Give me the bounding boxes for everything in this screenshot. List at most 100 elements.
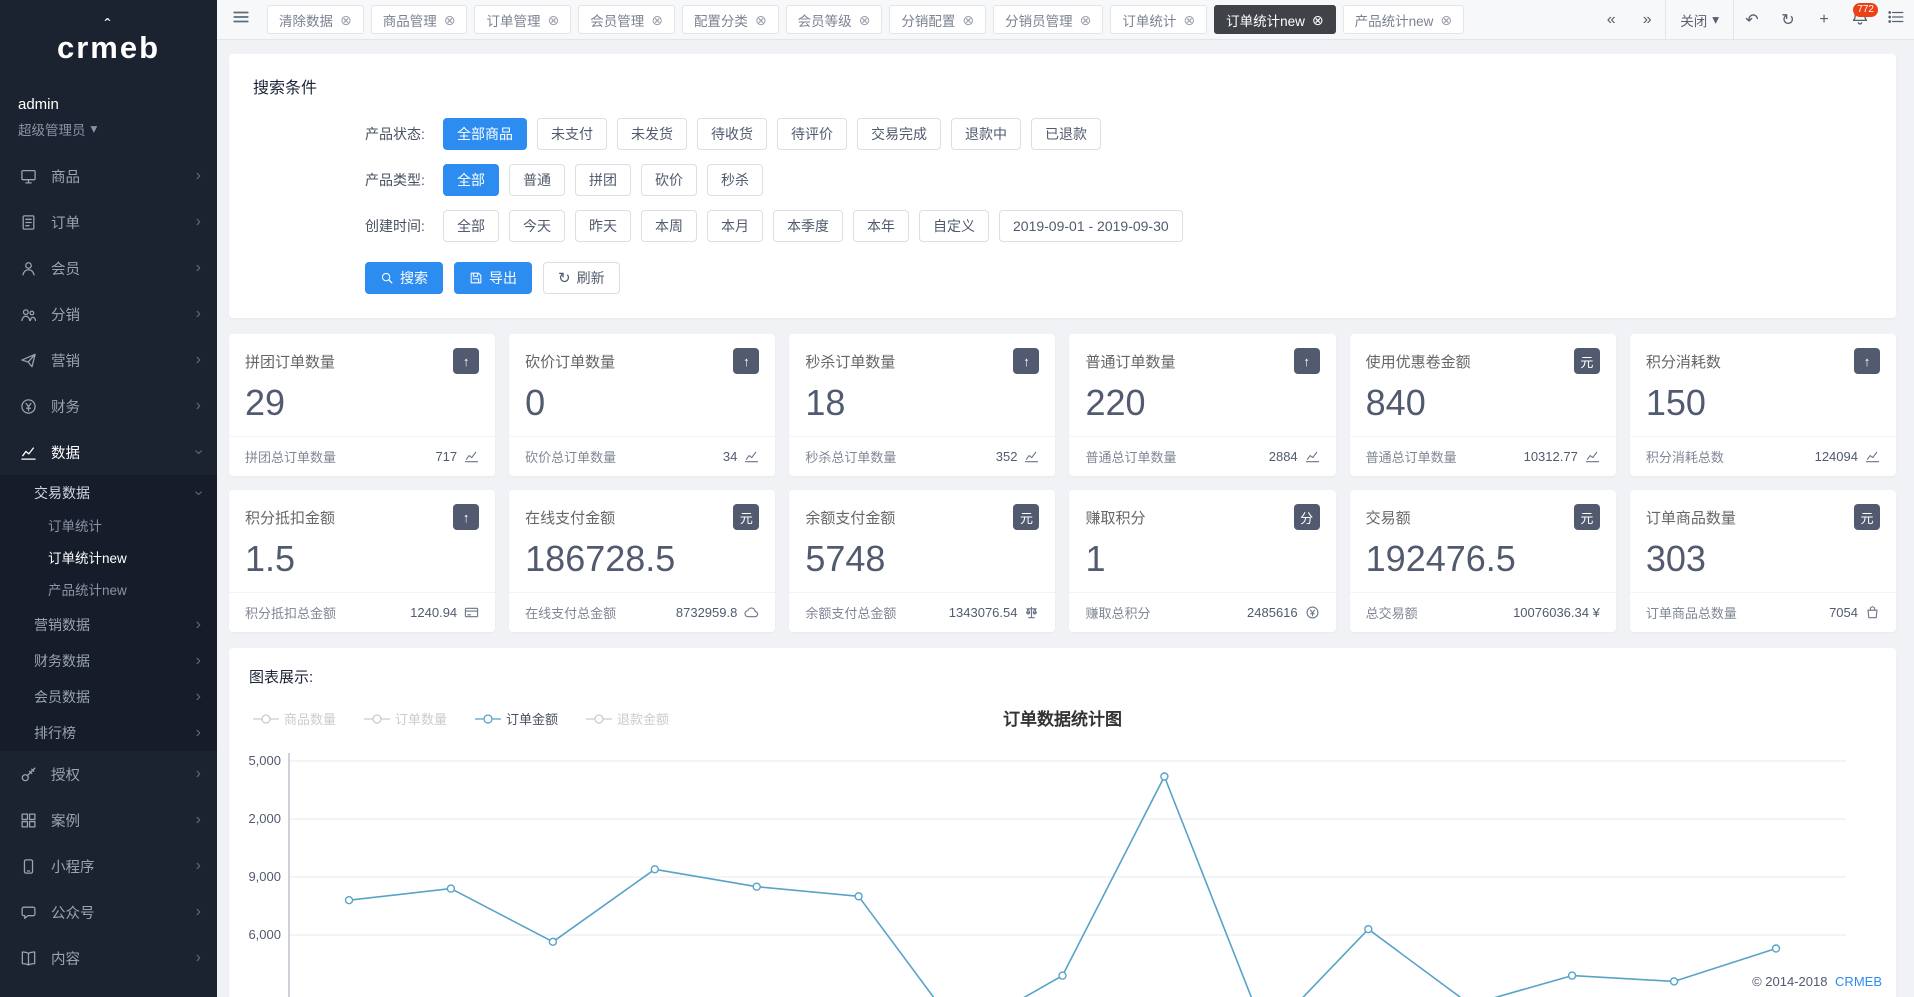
stat-card-coupon-amount: 使用优惠卷金额 元 840 普通总订单数量 10312.77 bbox=[1350, 334, 1616, 476]
legend-item-order-amount[interactable]: 订单金额 bbox=[475, 709, 558, 728]
close-circle-icon[interactable]: ⊗ bbox=[1312, 13, 1324, 27]
filter-chip[interactable]: 退款中 bbox=[951, 118, 1021, 150]
sidebar-item-cases[interactable]: 案例 › bbox=[0, 797, 217, 843]
tab-item[interactable]: 产品统计new ⊗ bbox=[1343, 5, 1465, 34]
sidebar-item-data[interactable]: 数据 › bbox=[0, 429, 217, 475]
sidebar-item-settings[interactable]: 设置 › bbox=[0, 981, 217, 997]
tab-item[interactable]: 分销配置 ⊗ bbox=[889, 5, 986, 34]
filter-chip[interactable]: 全部商品 bbox=[443, 118, 527, 150]
stat-title: 交易额 bbox=[1366, 507, 1411, 528]
tab-item[interactable]: 订单管理 ⊗ bbox=[474, 5, 571, 34]
sidebar-item-authorization[interactable]: 授权 › bbox=[0, 751, 217, 797]
close-circle-icon[interactable]: ⊗ bbox=[859, 13, 871, 27]
filter-chip[interactable]: 拼团 bbox=[575, 164, 631, 196]
close-circle-icon[interactable]: ⊗ bbox=[651, 13, 663, 27]
filter-chip[interactable]: 待评价 bbox=[777, 118, 847, 150]
filter-chip[interactable]: 普通 bbox=[509, 164, 565, 196]
sidebar-item-marketing[interactable]: 营销 › bbox=[0, 337, 217, 383]
svg-text:6,000: 6,000 bbox=[249, 927, 281, 942]
tab-item[interactable]: 商品管理 ⊗ bbox=[371, 5, 468, 34]
sidebar-item-content[interactable]: 内容 › bbox=[0, 935, 217, 981]
submenu-group-label: 交易数据 bbox=[34, 483, 196, 503]
tab-item[interactable]: 配置分类 ⊗ bbox=[682, 5, 779, 34]
close-circle-icon[interactable]: ⊗ bbox=[1080, 13, 1092, 27]
sidebar-item-finance[interactable]: 财务 › bbox=[0, 383, 217, 429]
filter-chip[interactable]: 未支付 bbox=[537, 118, 607, 150]
case-icon bbox=[20, 812, 40, 829]
legend-item-product-count[interactable]: 商品数量 bbox=[253, 709, 336, 728]
export-button[interactable]: 导出 bbox=[454, 262, 532, 294]
user-role-dropdown[interactable]: 超级管理员 ▾ bbox=[18, 119, 199, 139]
sidebar-item-orders[interactable]: 订单 › bbox=[0, 199, 217, 245]
sidebar-item-goods[interactable]: 商品 › bbox=[0, 153, 217, 199]
refresh-button-label: 刷新 bbox=[577, 268, 605, 288]
sidebar-collapse-button[interactable] bbox=[223, 0, 259, 40]
filter-chip[interactable]: 已退款 bbox=[1031, 118, 1101, 150]
filter-chip[interactable]: 本周 bbox=[641, 210, 697, 242]
sidebar-item-product-stats-new[interactable]: 产品统计new bbox=[0, 575, 217, 607]
filter-chip[interactable]: 待收货 bbox=[697, 118, 767, 150]
filter-chip[interactable]: 昨天 bbox=[575, 210, 631, 242]
refresh-icon: ↻ bbox=[558, 271, 571, 286]
tab-label: 分销员管理 bbox=[1005, 10, 1073, 30]
crmeb-link[interactable]: CRMEB bbox=[1835, 974, 1882, 989]
filter-chip[interactable]: 本年 bbox=[853, 210, 909, 242]
sidebar-item-trade-data[interactable]: 交易数据 › bbox=[0, 475, 217, 511]
stat-footer-label: 秒杀总订单数量 bbox=[805, 447, 896, 466]
sidebar-item-official-account[interactable]: 公众号 › bbox=[0, 889, 217, 935]
sidebar-item-member-data[interactable]: 会员数据 › bbox=[0, 679, 217, 715]
filter-chip[interactable]: 交易完成 bbox=[857, 118, 941, 150]
close-circle-icon[interactable]: ⊗ bbox=[340, 13, 352, 27]
legend-item-refund-amount[interactable]: 退款金额 bbox=[586, 709, 669, 728]
close-circle-icon[interactable]: ⊗ bbox=[962, 13, 974, 27]
fullscreen-button[interactable]: + bbox=[1806, 0, 1842, 40]
filter-chip[interactable]: 今天 bbox=[509, 210, 565, 242]
filter-chip[interactable]: 未发货 bbox=[617, 118, 687, 150]
sidebar-item-order-stats-new[interactable]: 订单统计new bbox=[0, 543, 217, 575]
sidebar-item-marketing-data[interactable]: 营销数据 › bbox=[0, 607, 217, 643]
filter-chip[interactable]: 全部 bbox=[443, 164, 499, 196]
tab-item[interactable]: 分销员管理 ⊗ bbox=[993, 5, 1103, 34]
filter-chip[interactable]: 砍价 bbox=[641, 164, 697, 196]
scroll-tabs-right-button[interactable]: » bbox=[1629, 0, 1665, 40]
scroll-tabs-left-button[interactable]: « bbox=[1593, 0, 1629, 40]
close-tabs-dropdown[interactable]: 关闭 ▾ bbox=[1665, 0, 1734, 40]
legend-item-order-count[interactable]: 订单数量 bbox=[364, 709, 447, 728]
arrow-up-badge: ↑ bbox=[1294, 348, 1320, 374]
close-circle-icon[interactable]: ⊗ bbox=[1183, 13, 1195, 27]
sidebar-item-distribution[interactable]: 分销 › bbox=[0, 291, 217, 337]
tab-item[interactable]: 会员等级 ⊗ bbox=[786, 5, 883, 34]
stat-title: 使用优惠卷金额 bbox=[1366, 351, 1471, 372]
sidebar-item-finance-data[interactable]: 财务数据 › bbox=[0, 643, 217, 679]
stat-value: 303 bbox=[1630, 534, 1896, 592]
filter-chip[interactable]: 秒杀 bbox=[707, 164, 763, 196]
filter-chip[interactable]: 全部 bbox=[443, 210, 499, 242]
message-list-button[interactable] bbox=[1878, 0, 1914, 40]
date-range-input[interactable]: 2019-09-01 - 2019-09-30 bbox=[999, 210, 1183, 242]
arrow-up-badge: ↑ bbox=[1854, 348, 1880, 374]
filter-chip[interactable]: 本月 bbox=[707, 210, 763, 242]
back-button[interactable]: ↶ bbox=[1734, 0, 1770, 40]
search-button[interactable]: 搜索 bbox=[365, 262, 443, 294]
close-circle-icon[interactable]: ⊗ bbox=[444, 13, 456, 27]
sidebar-item-label: 营销 bbox=[51, 350, 196, 371]
tab-item[interactable]: 清除数据 ⊗ bbox=[267, 5, 364, 34]
sidebar-item-miniprogram[interactable]: 小程序 › bbox=[0, 843, 217, 889]
tab-item[interactable]: 订单统计 ⊗ bbox=[1110, 5, 1207, 34]
tab-bar: 清除数据 ⊗ 商品管理 ⊗ 订单管理 ⊗ 会员管理 ⊗ 配置分类 ⊗ bbox=[217, 0, 1914, 40]
close-circle-icon[interactable]: ⊗ bbox=[547, 13, 559, 27]
chevron-right-icon: › bbox=[196, 214, 201, 230]
reload-page-button[interactable]: ↻ bbox=[1770, 0, 1806, 40]
close-circle-icon[interactable]: ⊗ bbox=[1440, 13, 1452, 27]
notifications-button[interactable]: 772 bbox=[1842, 0, 1878, 40]
tab-item-active[interactable]: 订单统计new ⊗ bbox=[1214, 5, 1336, 34]
sidebar-item-order-stats[interactable]: 订单统计 bbox=[0, 511, 217, 543]
sidebar-item-members[interactable]: 会员 › bbox=[0, 245, 217, 291]
close-circle-icon[interactable]: ⊗ bbox=[755, 13, 767, 27]
refresh-button[interactable]: ↻ 刷新 bbox=[543, 262, 620, 294]
sidebar-item-ranking[interactable]: 排行榜 › bbox=[0, 715, 217, 751]
filter-chip[interactable]: 自定义 bbox=[919, 210, 989, 242]
legend-label: 商品数量 bbox=[284, 709, 336, 728]
tab-item[interactable]: 会员管理 ⊗ bbox=[578, 5, 675, 34]
filter-chip[interactable]: 本季度 bbox=[773, 210, 843, 242]
